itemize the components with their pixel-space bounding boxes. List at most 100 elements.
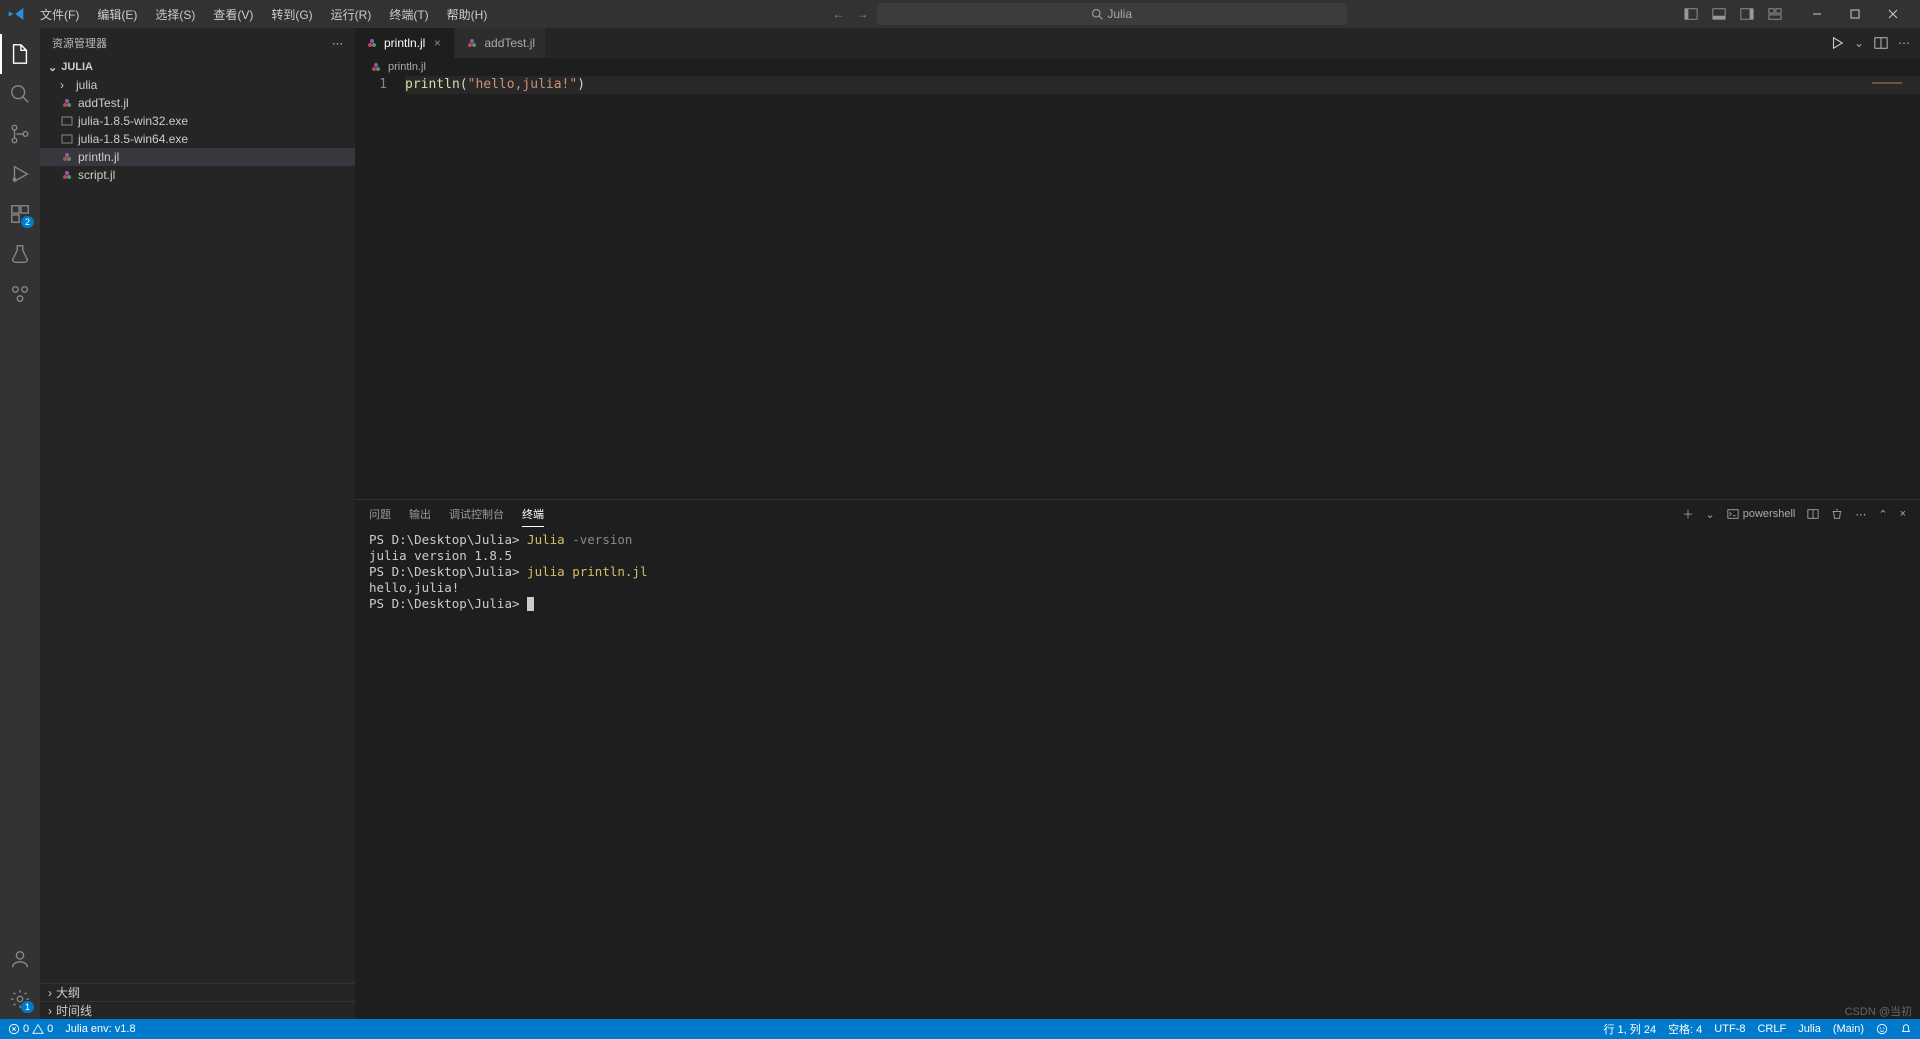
panel-tab-output[interactable]: 输出 [409,502,431,526]
panel-tab-problems[interactable]: 问题 [369,502,391,526]
julia-file-icon [60,169,74,181]
status-branch[interactable]: (Main) [1833,1023,1864,1035]
more-actions-icon[interactable]: ⋯ [1898,36,1910,50]
tab-println[interactable]: println.jl × [355,28,455,58]
notifications-icon[interactable] [1900,1023,1912,1035]
status-encoding[interactable]: UTF-8 [1714,1023,1745,1035]
menu-edit[interactable]: 编辑(E) [89,2,145,27]
nav-forward-icon[interactable]: → [857,7,869,21]
customize-layout-icon[interactable] [1768,7,1782,21]
nav-back-icon[interactable]: ← [833,7,845,21]
status-language[interactable]: Julia [1798,1023,1821,1035]
sidebar: 资源管理器 ⋯ ⌄ JULIA › julia addTest.jl julia… [40,28,355,1019]
split-terminal-icon[interactable] [1807,508,1819,520]
search-label: Julia [1107,7,1132,21]
activity-accounts[interactable] [0,939,40,979]
more-icon[interactable]: ⋯ [1855,508,1866,521]
activity-source-control[interactable] [0,114,40,154]
sidebar-section[interactable]: ⌄ JULIA [40,58,355,76]
trash-icon[interactable] [1831,508,1843,520]
token-string: "hello,julia!" [468,77,578,92]
code-editor[interactable]: 1 println("hello,julia!") [355,76,1920,499]
exe-file-icon [60,133,74,145]
panel-tab-terminal[interactable]: 终端 [522,502,544,527]
tree-item-file[interactable]: addTest.jl [40,94,355,112]
tree-item-folder[interactable]: › julia [40,76,355,94]
run-icon[interactable] [1830,36,1844,50]
tree-item-file[interactable]: println.jl [40,148,355,166]
minimap[interactable] [1826,76,1906,499]
toggle-panel-bottom-icon[interactable] [1712,7,1726,21]
tree-item-file[interactable]: script.jl [40,166,355,184]
chevron-down-icon[interactable]: ⌄ [1854,36,1864,50]
item-label: julia-1.8.5-win32.exe [78,114,188,128]
activity-extensions[interactable]: 2 [0,194,40,234]
new-terminal-icon[interactable]: ＋ [1683,506,1694,522]
tree-item-file[interactable]: julia-1.8.5-win64.exe [40,130,355,148]
command-center[interactable]: Julia [877,3,1347,25]
activity-testing[interactable] [0,234,40,274]
breadcrumb[interactable]: println.jl [355,58,1920,76]
chevron-down-icon: ⌄ [48,61,57,74]
menu-terminal[interactable]: 终端(T) [381,2,436,27]
item-label: addTest.jl [78,96,129,110]
tab-addtest[interactable]: addTest.jl [455,28,546,58]
status-spaces[interactable]: 空格: 4 [1668,1021,1702,1037]
menu-run[interactable]: 运行(R) [323,2,380,27]
status-julia-env[interactable]: Julia env: v1.8 [65,1023,135,1035]
extensions-badge: 2 [21,216,34,228]
menu-go[interactable]: 转到(G) [263,2,320,27]
toggle-panel-left-icon[interactable] [1684,7,1698,21]
status-line-col[interactable]: 行 1, 列 24 [1603,1021,1656,1037]
activity-search[interactable] [0,74,40,114]
activity-explorer[interactable] [0,34,40,74]
status-eol[interactable]: CRLF [1757,1023,1786,1035]
window-controls [1798,0,1912,28]
activity-other[interactable] [0,274,40,314]
chevron-down-icon[interactable]: ⌄ [1706,508,1715,521]
activity-bar: 2 1 [0,28,40,1019]
menu-file[interactable]: 文件(F) [32,2,87,27]
close-icon[interactable]: × [430,36,444,50]
warning-icon [32,1023,44,1035]
item-label: println.jl [78,150,119,164]
minimize-button[interactable] [1798,0,1836,28]
terminal[interactable]: PS D:\Desktop\Julia> Julia -version juli… [355,528,1920,1019]
menu-view[interactable]: 查看(V) [205,2,261,27]
close-button[interactable] [1874,0,1912,28]
feedback-icon[interactable] [1876,1023,1888,1035]
code-line: println("hello,julia!") [405,76,1920,94]
activity-debug[interactable] [0,154,40,194]
exe-file-icon [60,115,74,127]
outline-section[interactable]: › 大纲 [40,983,355,1001]
nav-arrows: ← → [833,7,869,21]
tree-item-file[interactable]: julia-1.8.5-win32.exe [40,112,355,130]
main-area: 2 1 资源管理器 ⋯ ⌄ JULIA › julia [0,28,1920,1019]
julia-file-icon [369,61,383,73]
chevron-right-icon: › [60,78,72,92]
minimap-content [1872,82,1902,84]
menu-selection[interactable]: 选择(S) [147,2,203,27]
close-panel-icon[interactable]: × [1900,508,1906,520]
menu-bar: 文件(F) 编辑(E) 选择(S) 查看(V) 转到(G) 运行(R) 终端(T… [32,2,495,27]
chevron-up-icon[interactable]: ⌃ [1878,508,1887,521]
sidebar-title: 资源管理器 [52,35,107,51]
terminal-line: julia version 1.8.5 [369,548,1906,564]
status-errors[interactable]: 0 0 [8,1023,53,1035]
split-editor-icon[interactable] [1874,36,1888,50]
maximize-button[interactable] [1836,0,1874,28]
toggle-panel-right-icon[interactable] [1740,7,1754,21]
panel-tab-debug[interactable]: 调试控制台 [449,502,504,526]
chevron-right-icon: › [48,1004,52,1018]
error-icon [8,1023,20,1035]
gutter: 1 [355,76,405,499]
folder-name: JULIA [61,61,93,73]
activity-settings[interactable]: 1 [0,979,40,1019]
timeline-section[interactable]: › 时间线 [40,1001,355,1019]
terminal-shell[interactable]: powershell [1727,508,1796,520]
search-icon [1091,8,1103,20]
code-content[interactable]: println("hello,julia!") [405,76,1920,499]
menu-help[interactable]: 帮助(H) [439,2,496,27]
sidebar-more-icon[interactable]: ⋯ [332,37,343,50]
item-label: script.jl [78,168,115,182]
